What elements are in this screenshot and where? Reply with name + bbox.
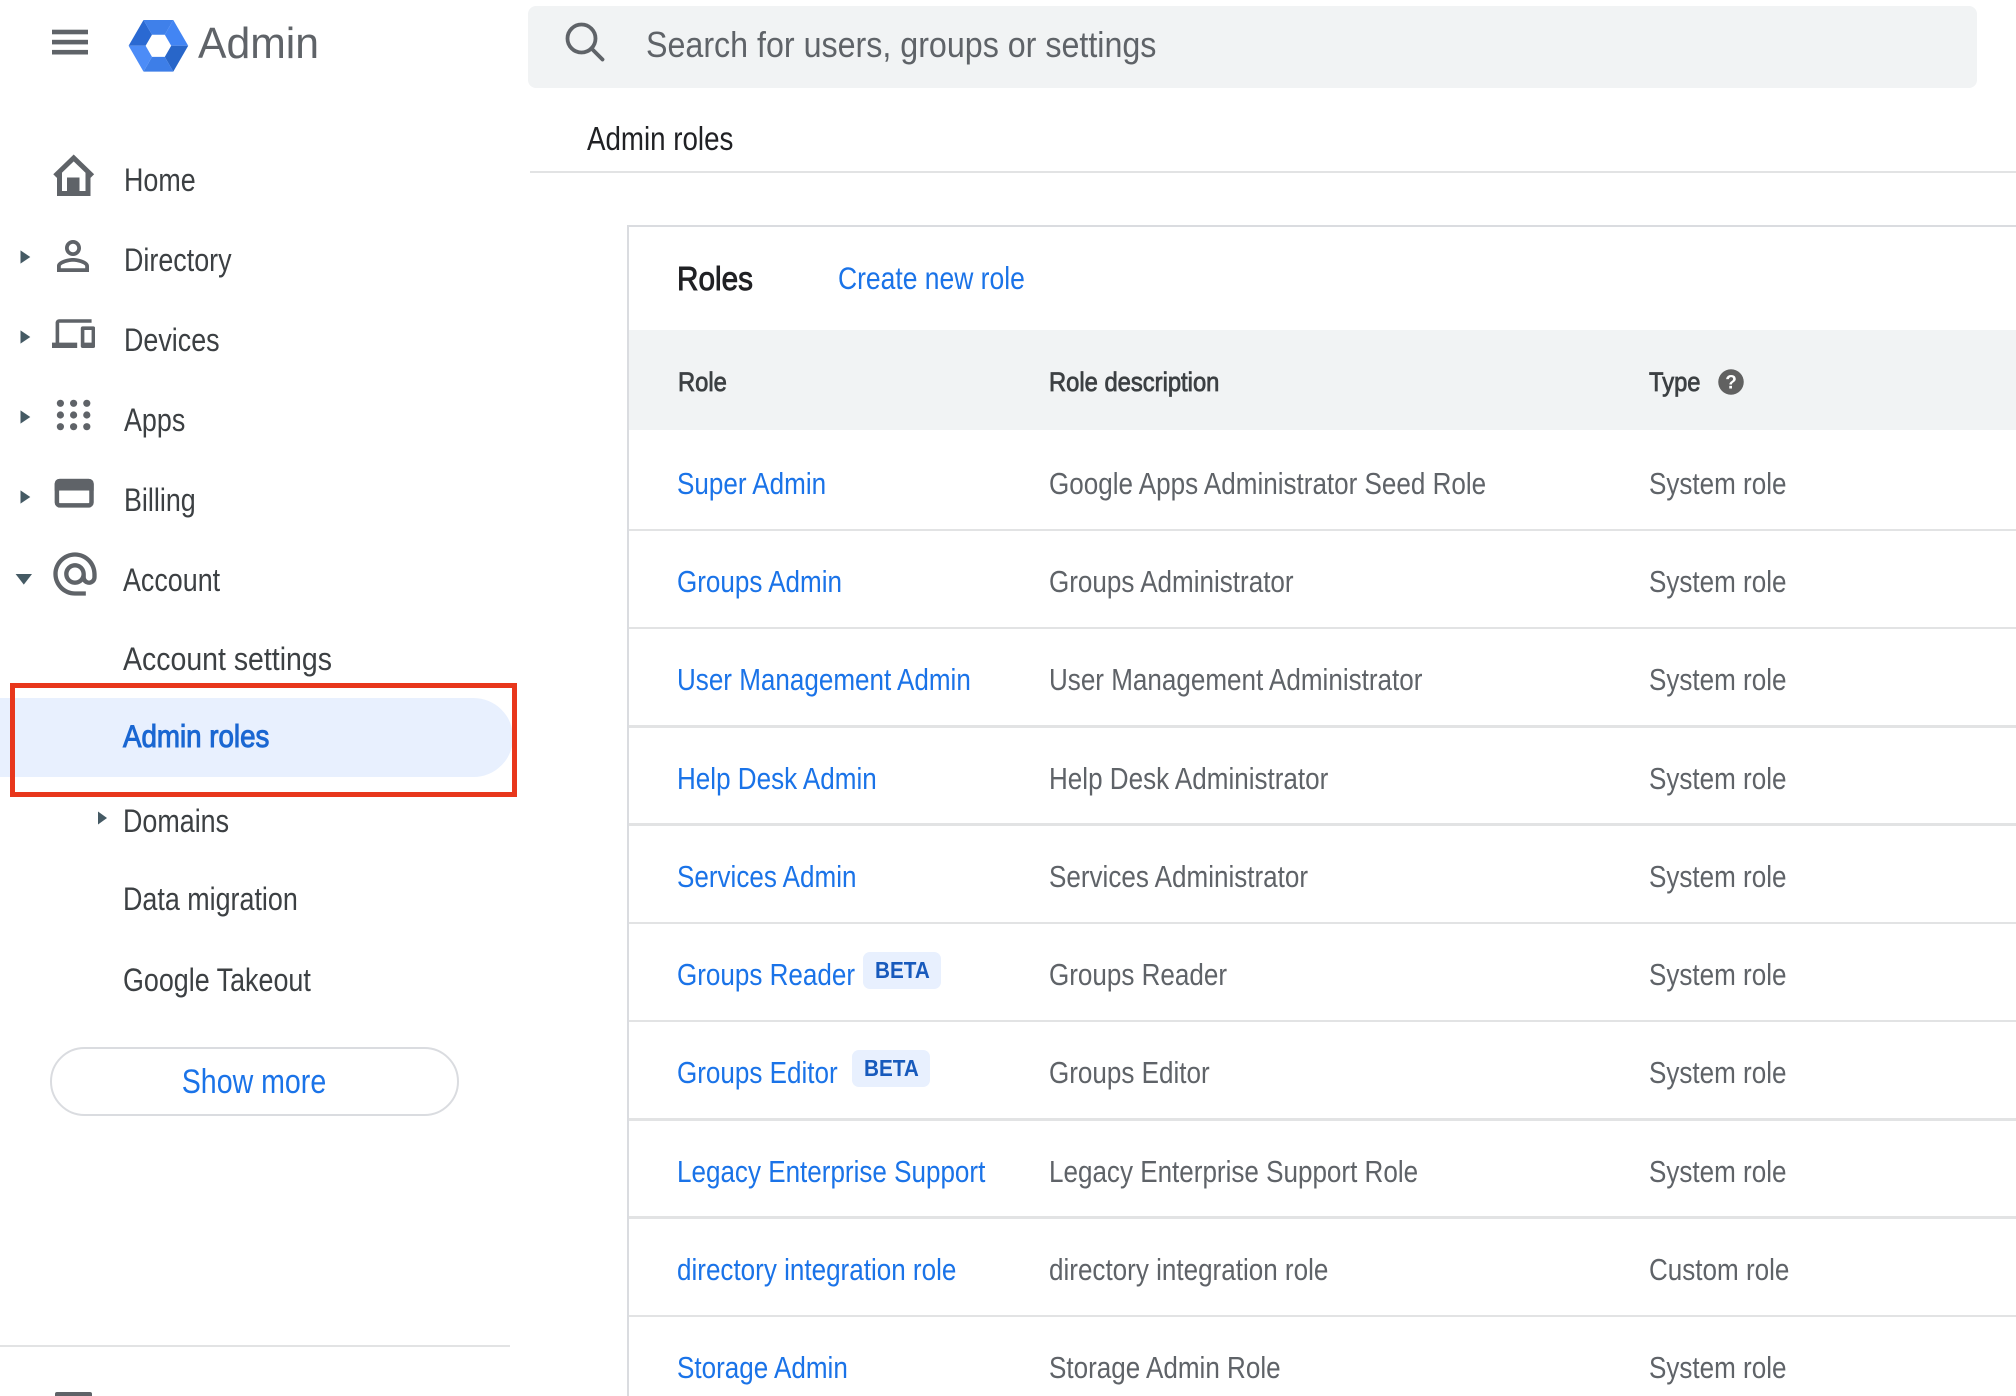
svg-text:?: ? — [1725, 372, 1737, 393]
